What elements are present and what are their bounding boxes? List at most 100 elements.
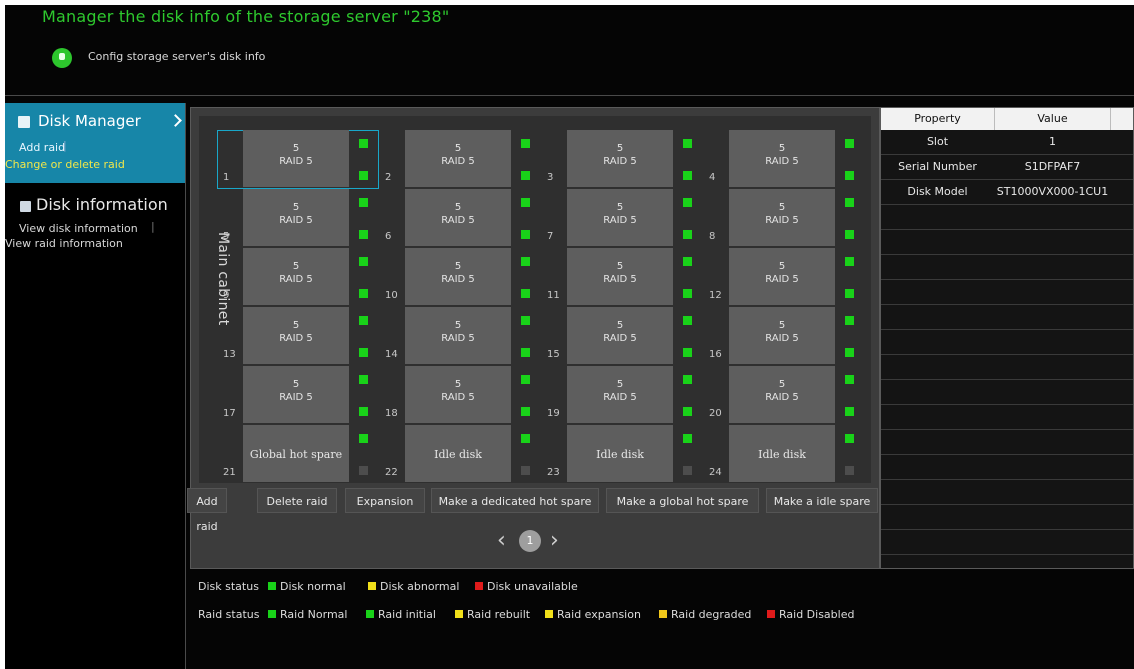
delete-raid-button[interactable]: Delete raid <box>257 488 337 513</box>
slot-number: 3 <box>547 172 554 183</box>
make-global-hot-spare-button[interactable]: Make a global hot spare <box>606 488 759 513</box>
legend-item: Raid initial <box>366 608 436 621</box>
page-subtitle: Config storage server's disk info <box>88 50 266 63</box>
raid-type: RAID 5 <box>603 392 637 403</box>
disk-slot[interactable]: 10 5 RAID 5 <box>379 248 541 307</box>
disk-face[interactable]: Idle disk <box>729 425 835 482</box>
disk-slot[interactable]: 3 5 RAID 5 <box>541 130 703 189</box>
disk-slot[interactable]: 5 5 RAID 5 <box>217 189 379 248</box>
disk-slot[interactable]: 18 5 RAID 5 <box>379 366 541 425</box>
column-header-value[interactable]: Value <box>995 108 1111 130</box>
disk-slot[interactable]: 20 5 RAID 5 <box>703 366 865 425</box>
disk-slot[interactable]: 14 5 RAID 5 <box>379 307 541 366</box>
disk-slot[interactable]: 6 5 RAID 5 <box>379 189 541 248</box>
disk-role-label: Idle disk <box>758 448 806 461</box>
disk-face[interactable]: 5 RAID 5 <box>405 189 511 246</box>
sidebar-link-change-delete-raid[interactable]: Change or delete raid <box>5 158 125 171</box>
page-number-button[interactable]: 1 <box>519 530 541 552</box>
raid-level: 5 <box>454 320 462 331</box>
raid-type: RAID 5 <box>279 333 313 344</box>
status-led <box>521 466 530 475</box>
cabinet-grid: Main cabinet 1 5 RAID 5 2 5 RAID 5 3 5 RAID 545R… <box>199 116 871 483</box>
raid-level: 5 <box>292 320 300 331</box>
sidebar-section-disk-information[interactable]: Disk information <box>36 195 168 214</box>
status-swatch <box>268 582 276 590</box>
disk-slot[interactable]: 12 5 RAID 5 <box>703 248 865 307</box>
disk-slot[interactable]: 24 Idle disk <box>703 425 865 484</box>
disk-slot[interactable]: 11 5 RAID 5 <box>541 248 703 307</box>
disk-slot[interactable]: 19 5 RAID 5 <box>541 366 703 425</box>
disk-face[interactable]: 5 RAID 5 <box>405 130 511 187</box>
status-led <box>845 171 854 180</box>
previous-page-icon[interactable]: ‹ <box>497 530 506 552</box>
sidebar-link-add-raid[interactable]: Add raid <box>19 141 65 154</box>
disk-face[interactable]: 5 RAID 5 <box>405 248 511 305</box>
disk-slot[interactable]: 9 5 RAID 5 <box>217 248 379 307</box>
disk-face[interactable]: 5 RAID 5 <box>729 189 835 246</box>
add-raid-button[interactable]: Add raid <box>187 488 227 533</box>
disk-face[interactable]: 5 RAID 5 <box>729 366 835 423</box>
sidebar-section-title[interactable]: Disk Manager <box>38 112 141 130</box>
status-swatch <box>366 610 374 618</box>
make-dedicated-hot-spare-button[interactable]: Make a dedicated hot spare <box>431 488 599 513</box>
disk-face[interactable]: 5 RAID 5 <box>567 366 673 423</box>
disk-slot[interactable]: 13 5 RAID 5 <box>217 307 379 366</box>
sidebar-link-view-disk-info[interactable]: View disk information <box>19 222 138 235</box>
disk-face[interactable]: 5 RAID 5 <box>405 307 511 364</box>
disk-face[interactable]: 5 RAID 5 <box>729 130 835 187</box>
pagination: ‹ 1 › <box>497 530 567 556</box>
disk-face[interactable]: 5 RAID 5 <box>243 130 349 187</box>
disk-slot[interactable]: 7 5 RAID 5 <box>541 189 703 248</box>
disk-slot[interactable]: 23 Idle disk <box>541 425 703 484</box>
status-led <box>359 289 368 298</box>
disk-face[interactable]: 5 RAID 5 <box>567 130 673 187</box>
disk-face[interactable]: 5 RAID 5 <box>567 307 673 364</box>
disk-face[interactable]: Idle disk <box>567 425 673 482</box>
raid-level: 5 <box>616 261 624 272</box>
disk-role-label: Idle disk <box>434 448 482 461</box>
disk-face[interactable]: 5 RAID 5 <box>567 189 673 246</box>
status-led <box>683 198 692 207</box>
raid-level: 5 <box>778 261 786 272</box>
status-led <box>359 434 368 443</box>
table-row <box>881 480 1133 505</box>
table-row <box>881 305 1133 330</box>
disk-face[interactable]: Global hot spare <box>243 425 349 482</box>
disk-slot[interactable]: 1 5 RAID 5 <box>217 130 379 189</box>
sidebar-link-view-raid-info[interactable]: View raid information <box>5 237 123 250</box>
sidebar-section-disk-manager[interactable]: Disk Manager Add raid | Change or delete… <box>5 103 185 183</box>
disk-slot[interactable]: 15 5 RAID 5 <box>541 307 703 366</box>
next-page-icon[interactable]: › <box>550 530 559 552</box>
status-legend: Disk status Disk normal Disk abnormal Di… <box>190 575 890 635</box>
slot-number: 11 <box>547 290 560 301</box>
legend-item: Raid expansion <box>545 608 641 621</box>
disk-slot[interactable]: 21 Global hot spare <box>217 425 379 484</box>
disk-slot[interactable]: 8 5 RAID 5 <box>703 189 865 248</box>
column-header-property[interactable]: Property <box>881 108 995 130</box>
property-value: 1 <box>1049 135 1056 148</box>
disk-slot[interactable]: 4 5 RAID 5 <box>703 130 865 189</box>
disk-face[interactable]: 5 RAID 5 <box>567 248 673 305</box>
disk-slot[interactable]: 2 5 RAID 5 <box>379 130 541 189</box>
disk-face[interactable]: 5 RAID 5 <box>729 307 835 364</box>
disk-face[interactable]: 5 RAID 5 <box>243 366 349 423</box>
raid-level: 5 <box>292 202 300 213</box>
disk-slot[interactable]: 17 5 RAID 5 <box>217 366 379 425</box>
disk-face[interactable]: 5 RAID 5 <box>405 366 511 423</box>
status-led <box>521 139 530 148</box>
expansion-button[interactable]: Expansion <box>345 488 425 513</box>
disk-face[interactable]: 5 RAID 5 <box>243 248 349 305</box>
slot-number: 6 <box>385 231 392 242</box>
disk-slot[interactable]: 22 Idle disk <box>379 425 541 484</box>
slot-number: 21 <box>223 467 236 478</box>
disk-face[interactable]: Idle disk <box>405 425 511 482</box>
property-key: Disk Model <box>907 185 968 198</box>
disk-face[interactable]: 5 RAID 5 <box>243 189 349 246</box>
status-led <box>683 434 692 443</box>
disk-face[interactable]: 5 RAID 5 <box>243 307 349 364</box>
slot-number: 2 <box>385 172 392 183</box>
legend-item: Raid rebuilt <box>455 608 530 621</box>
disk-slot[interactable]: 16 5 RAID 5 <box>703 307 865 366</box>
make-idle-spare-button[interactable]: Make a idle spare <box>766 488 878 513</box>
disk-face[interactable]: 5 RAID 5 <box>729 248 835 305</box>
